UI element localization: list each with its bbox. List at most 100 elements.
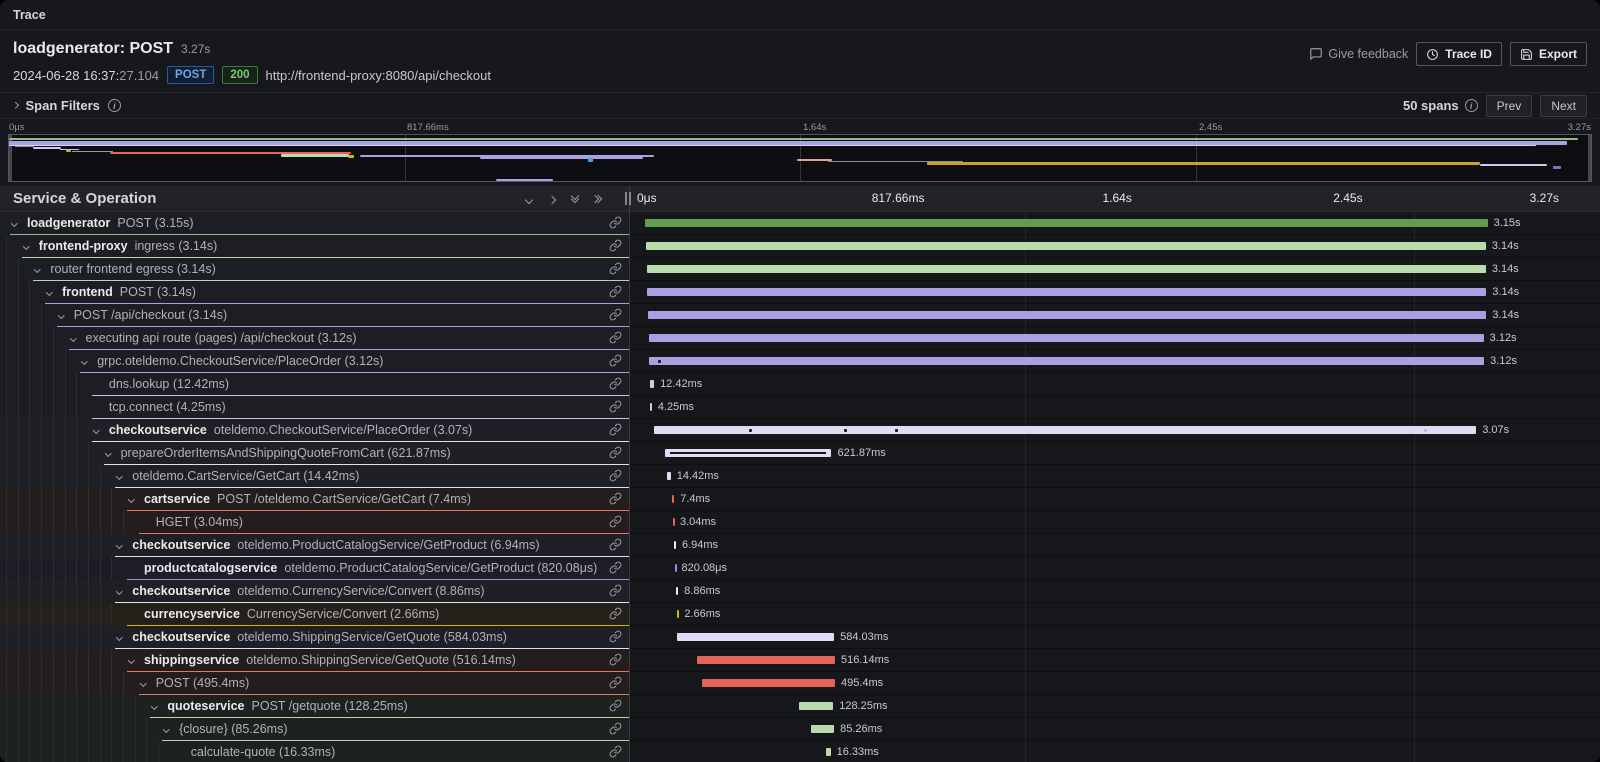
- span-expand-toggle[interactable]: [141, 681, 156, 686]
- span-timeline-cell[interactable]: 3.07s: [630, 419, 1600, 442]
- span-duration-bar[interactable]: [645, 219, 1488, 227]
- span-row[interactable]: executing api route (pages) /api/checkou…: [0, 327, 1600, 350]
- info-icon[interactable]: i: [1465, 99, 1478, 112]
- span-duration-bar[interactable]: [667, 472, 671, 480]
- span-timeline-cell[interactable]: 8.86ms: [630, 580, 1600, 603]
- span-row[interactable]: grpc.oteldemo.CheckoutService/PlaceOrder…: [0, 350, 1600, 373]
- span-link-icon[interactable]: [609, 377, 622, 395]
- minimap-canvas[interactable]: [8, 134, 1592, 182]
- span-duration-bar[interactable]: [647, 265, 1486, 273]
- span-row[interactable]: checkoutserviceoteldemo.ProductCatalogSe…: [0, 534, 1600, 557]
- span-expand-toggle[interactable]: [59, 313, 74, 318]
- span-row[interactable]: HGET (3.04ms)3.04ms: [0, 511, 1600, 534]
- span-name-cell[interactable]: tcp.connect (4.25ms): [0, 396, 630, 419]
- span-timeline-cell[interactable]: 3.14s: [630, 281, 1600, 304]
- span-duration-bar[interactable]: [674, 541, 676, 549]
- span-name-cell[interactable]: quoteservicePOST /getquote (128.25ms): [0, 695, 630, 718]
- span-name-cell[interactable]: frontendPOST (3.14s): [0, 281, 630, 304]
- span-duration-bar[interactable]: [826, 748, 830, 756]
- span-timeline-cell[interactable]: 3.12s: [630, 327, 1600, 350]
- span-expand-toggle[interactable]: [12, 221, 27, 226]
- span-row[interactable]: oteldemo.CartService/GetCart (14.42ms)14…: [0, 465, 1600, 488]
- span-duration-bar[interactable]: [672, 495, 674, 503]
- span-link-icon[interactable]: [609, 722, 622, 740]
- span-timeline-cell[interactable]: 516.14ms: [630, 649, 1600, 672]
- span-duration-bar[interactable]: [648, 311, 1486, 319]
- span-row[interactable]: currencyserviceCurrencyService/Convert (…: [0, 603, 1600, 626]
- span-link-icon[interactable]: [609, 561, 622, 579]
- span-expand-toggle[interactable]: [129, 658, 144, 663]
- span-timeline-cell[interactable]: 3.12s: [630, 350, 1600, 373]
- span-name-cell[interactable]: executing api route (pages) /api/checkou…: [0, 327, 630, 350]
- span-name-cell[interactable]: router frontend egress (3.14s): [0, 258, 630, 281]
- span-link-icon[interactable]: [609, 538, 622, 556]
- span-link-icon[interactable]: [609, 262, 622, 280]
- next-span-button[interactable]: Next: [1540, 95, 1587, 117]
- span-timeline-cell[interactable]: 128.25ms: [630, 695, 1600, 718]
- span-row[interactable]: checkoutserviceoteldemo.ShippingService/…: [0, 626, 1600, 649]
- give-feedback-link[interactable]: Give feedback: [1309, 42, 1408, 66]
- span-duration-bar[interactable]: [676, 587, 679, 595]
- span-expand-toggle[interactable]: [152, 704, 167, 709]
- span-name-cell[interactable]: productcatalogserviceoteldemo.ProductCat…: [0, 557, 630, 580]
- span-row[interactable]: checkoutserviceoteldemo.CurrencyService/…: [0, 580, 1600, 603]
- span-expand-toggle[interactable]: [35, 267, 50, 272]
- span-link-icon[interactable]: [609, 331, 622, 349]
- collapse-one-button[interactable]: [526, 190, 532, 208]
- span-duration-bar[interactable]: [675, 564, 677, 572]
- span-row[interactable]: quoteservicePOST /getquote (128.25ms)128…: [0, 695, 1600, 718]
- span-name-cell[interactable]: POST /api/checkout (3.14s): [0, 304, 630, 327]
- span-duration-bar[interactable]: [697, 656, 835, 664]
- span-expand-toggle[interactable]: [106, 451, 121, 456]
- span-duration-bar[interactable]: [650, 403, 652, 411]
- span-filters-toggle[interactable]: Span Filters i: [13, 98, 121, 113]
- span-timeline-cell[interactable]: 3.14s: [630, 258, 1600, 281]
- span-duration-bar[interactable]: [811, 725, 834, 733]
- span-name-cell[interactable]: {closure} (85.26ms): [0, 718, 630, 741]
- span-row[interactable]: calculate-quote (16.33ms)16.33ms: [0, 741, 1600, 762]
- span-row[interactable]: tcp.connect (4.25ms)4.25ms: [0, 396, 1600, 419]
- span-timeline-cell[interactable]: 12.42ms: [630, 373, 1600, 396]
- span-row[interactable]: loadgeneratorPOST (3.15s)3.15s: [0, 212, 1600, 235]
- span-duration-bar[interactable]: [649, 334, 1484, 342]
- span-name-cell[interactable]: loadgeneratorPOST (3.15s): [0, 212, 630, 235]
- span-timeline-cell[interactable]: 7.4ms: [630, 488, 1600, 511]
- span-timeline-cell[interactable]: 2.66ms: [630, 603, 1600, 626]
- span-expand-toggle[interactable]: [24, 244, 39, 249]
- span-row[interactable]: dns.lookup (12.42ms)12.42ms: [0, 373, 1600, 396]
- column-resize-handle[interactable]: [625, 192, 633, 205]
- span-name-cell[interactable]: calculate-quote (16.33ms): [0, 741, 630, 762]
- span-name-cell[interactable]: checkoutserviceoteldemo.CurrencyService/…: [0, 580, 630, 603]
- span-name-cell[interactable]: checkoutserviceoteldemo.CheckoutService/…: [0, 419, 630, 442]
- span-timeline-cell[interactable]: 621.87ms: [630, 442, 1600, 465]
- span-timeline-cell[interactable]: 3.14s: [630, 235, 1600, 258]
- span-expand-toggle[interactable]: [117, 589, 132, 594]
- span-link-icon[interactable]: [609, 308, 622, 326]
- span-link-icon[interactable]: [609, 492, 622, 510]
- span-expand-toggle[interactable]: [117, 635, 132, 640]
- span-row[interactable]: cartservicePOST /oteldemo.CartService/Ge…: [0, 488, 1600, 511]
- span-link-icon[interactable]: [609, 423, 622, 441]
- span-link-icon[interactable]: [609, 216, 622, 234]
- span-expand-toggle[interactable]: [94, 428, 109, 433]
- span-name-cell[interactable]: oteldemo.CartService/GetCart (14.42ms): [0, 465, 630, 488]
- span-link-icon[interactable]: [609, 630, 622, 648]
- export-button[interactable]: Export: [1510, 42, 1587, 66]
- expand-all-button[interactable]: [595, 196, 601, 202]
- span-duration-bar[interactable]: [799, 702, 833, 710]
- span-link-icon[interactable]: [609, 607, 622, 625]
- span-name-cell[interactable]: cartservicePOST /oteldemo.CartService/Ge…: [0, 488, 630, 511]
- span-duration-bar[interactable]: [654, 426, 1477, 434]
- span-timeline-cell[interactable]: 6.94ms: [630, 534, 1600, 557]
- span-timeline-cell[interactable]: 14.42ms: [630, 465, 1600, 488]
- span-timeline-cell[interactable]: 820.08μs: [630, 557, 1600, 580]
- span-name-cell[interactable]: HGET (3.04ms): [0, 511, 630, 534]
- span-link-icon[interactable]: [609, 745, 622, 762]
- expand-one-button[interactable]: [549, 190, 555, 208]
- span-duration-bar[interactable]: [673, 518, 675, 526]
- span-row[interactable]: prepareOrderItemsAndShippingQuoteFromCar…: [0, 442, 1600, 465]
- span-name-cell[interactable]: shippingserviceoteldemo.ShippingService/…: [0, 649, 630, 672]
- span-row[interactable]: frontendPOST (3.14s)3.14s: [0, 281, 1600, 304]
- minimap-right-handle[interactable]: [1588, 135, 1591, 181]
- span-timeline-cell[interactable]: 495.4ms: [630, 672, 1600, 695]
